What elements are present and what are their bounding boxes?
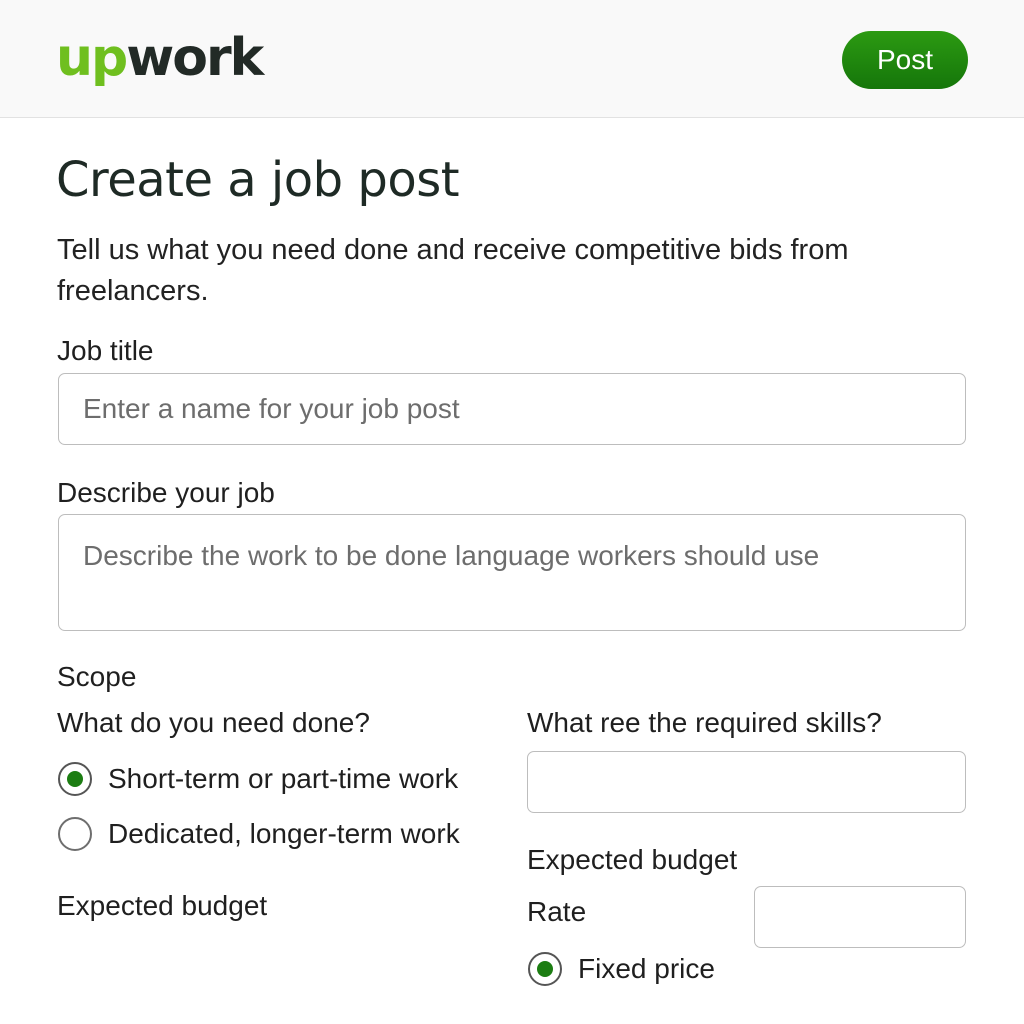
fixed-price-label: Fixed price (578, 953, 715, 984)
radio-dot-icon (537, 961, 553, 977)
scope-question: What do you need done? (57, 707, 370, 738)
radio-checked-icon[interactable] (528, 952, 562, 986)
scope-option-long-term[interactable]: Dedicated, longer-term work (58, 817, 460, 851)
describe-job-textarea[interactable] (58, 514, 966, 631)
scope-option-label: Dedicated, longer-term work (108, 818, 460, 849)
scope-option-short-term[interactable]: Short-term or part-time work (58, 762, 458, 796)
scope-expected-budget-label: Expected budget (57, 890, 268, 921)
scope-label: Scope (57, 661, 137, 692)
top-header: upwork Post (0, 0, 1024, 118)
page-subtitle: Tell us what you need done and receive c… (57, 234, 849, 307)
rate-input[interactable] (754, 886, 966, 948)
upwork-logo[interactable]: upwork (56, 26, 264, 90)
logo-up: up (56, 28, 128, 88)
skills-label: What ree the required skills? (527, 707, 882, 738)
radio-checked-icon[interactable] (58, 762, 92, 796)
page-title: Create a job post (56, 152, 460, 208)
radio-dot-icon (67, 771, 83, 787)
describe-job-label: Describe your job (57, 477, 275, 508)
budget-label: Expected budget (527, 844, 738, 875)
job-title-label: Job title (57, 335, 154, 366)
post-button[interactable]: Post (842, 31, 968, 89)
job-title-input[interactable] (58, 373, 966, 445)
radio-unchecked-icon[interactable] (58, 817, 92, 851)
skills-input[interactable] (527, 751, 966, 813)
rate-label: Rate (527, 896, 587, 927)
logo-work: work (126, 28, 264, 88)
scope-option-label: Short-term or part-time work (108, 763, 459, 794)
fixed-price-option[interactable]: Fixed price (528, 952, 715, 986)
